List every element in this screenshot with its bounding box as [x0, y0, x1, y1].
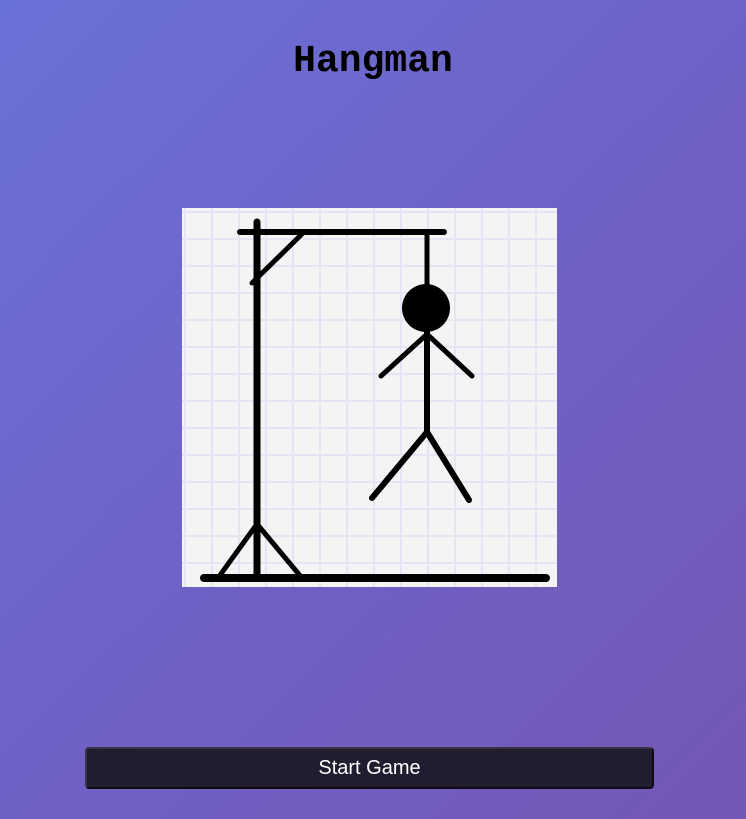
grid-paper	[182, 208, 557, 587]
figure-head	[402, 284, 450, 332]
game-title: Hangman	[293, 40, 453, 83]
hangman-drawing	[182, 208, 557, 587]
figure-right-leg	[424, 429, 472, 503]
figure-left-arm	[378, 333, 428, 379]
stick-figure	[369, 284, 475, 503]
hangman-image	[182, 208, 557, 587]
gallows-foot-left	[215, 521, 260, 581]
start-game-button[interactable]: Start Game	[85, 747, 654, 789]
figure-left-leg	[369, 429, 430, 501]
gallows-foot-right	[254, 521, 305, 581]
figure-right-arm	[426, 333, 475, 379]
